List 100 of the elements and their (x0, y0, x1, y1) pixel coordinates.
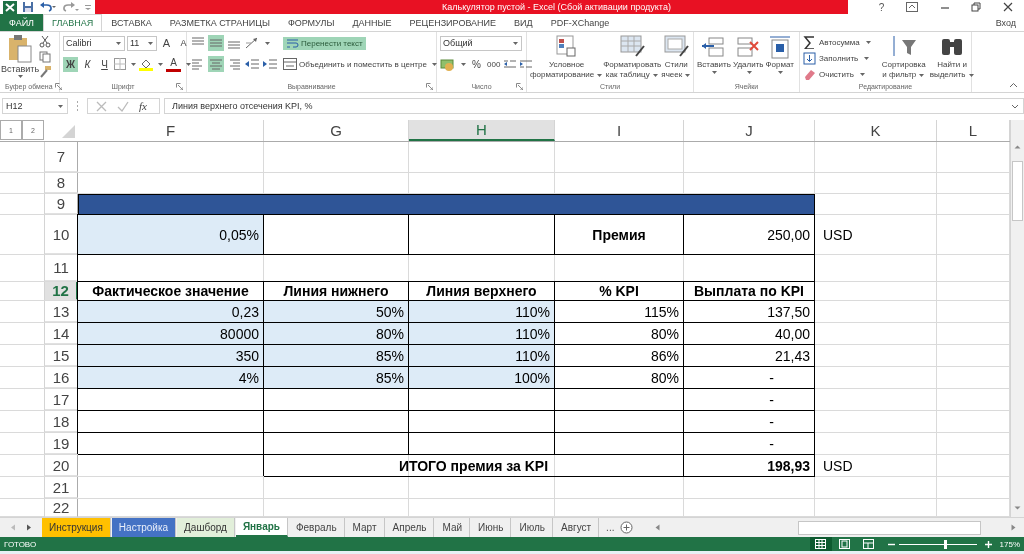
redo-icon[interactable] (62, 1, 80, 13)
column-header[interactable]: I (555, 120, 684, 141)
zoom-in-icon[interactable] (984, 540, 992, 548)
table-cell: 0,23 (78, 301, 264, 323)
formula-field[interactable]: Линия верхнего отсечения KPI, % (164, 98, 1024, 114)
merge-center-button[interactable]: Объединить и поместить в центре (283, 58, 438, 70)
cells-button[interactable]: Вставить (697, 34, 731, 75)
table-cell: 80000 (78, 323, 264, 345)
underline-button[interactable]: Ч (97, 56, 112, 72)
find-select-button[interactable]: Найти и выделить (929, 34, 975, 80)
sheet-tab[interactable]: Инструкция (42, 518, 111, 537)
column-header[interactable]: F (78, 120, 264, 141)
tab-scroll-right-icon[interactable] (26, 524, 32, 531)
slider-thumb[interactable] (943, 539, 947, 549)
increase-decimal-icon[interactable] (503, 57, 518, 71)
row-header[interactable]: 17 (45, 389, 78, 410)
row-header[interactable]: 11 (45, 255, 78, 281)
fill-color-icon[interactable] (139, 57, 153, 71)
zoom-level[interactable]: 175% (995, 539, 1024, 549)
row-header[interactable]: 12 (45, 282, 78, 300)
shrink-font-button[interactable]: A (176, 35, 191, 51)
decrease-decimal-icon[interactable] (519, 57, 534, 71)
row-header[interactable]: 18 (45, 411, 78, 432)
grip-icon (76, 100, 79, 112)
decrease-indent-icon[interactable] (244, 57, 260, 71)
autosum-button[interactable]: Автосумма (803, 36, 872, 49)
name-box[interactable]: H12 (2, 98, 68, 114)
italic-button[interactable]: К (80, 56, 95, 72)
collapse-ribbon-icon[interactable] (1009, 82, 1018, 88)
new-sheet-icon[interactable] (620, 521, 634, 534)
table-cell: ИТОГО премия за KPI (264, 455, 684, 477)
styles-button[interactable]: Форматировать как таблицу (603, 34, 662, 80)
dialog-launcher-icon[interactable] (516, 83, 523, 90)
row-header[interactable]: 7 (45, 142, 78, 172)
column-header[interactable]: H (409, 120, 555, 141)
styles-button[interactable]: Стили ячеек (661, 34, 690, 80)
font-color-button[interactable]: A (166, 56, 181, 72)
scrollbar-thumb[interactable] (1012, 161, 1023, 221)
dialog-launcher-icon[interactable] (426, 83, 433, 90)
increase-indent-icon[interactable] (262, 57, 278, 71)
undo-icon[interactable] (39, 1, 57, 13)
row-header[interactable]: 20 (45, 455, 78, 476)
ribbon-tab[interactable]: ВСТАВКА (102, 14, 161, 31)
ribbon-tab[interactable]: ФОРМУЛЫ (278, 14, 344, 31)
ribbon-tab[interactable]: PDF-XChange (541, 14, 619, 31)
borders-icon[interactable] (114, 58, 126, 70)
font-field[interactable]: Calibri (63, 35, 125, 51)
sheet-tab[interactable]: Дашборд (177, 518, 235, 537)
excel-logo-icon (3, 0, 17, 14)
cut-icon[interactable] (39, 36, 51, 48)
row-header[interactable]: 19 (45, 433, 78, 454)
sort-filter-button[interactable]: Сортировка и фильтр (881, 34, 926, 80)
ribbon-tab[interactable]: РАЗМЕТКА СТРАНИЦЫ (160, 14, 279, 31)
close-icon[interactable] (1003, 2, 1014, 12)
dialog-launcher-icon[interactable] (54, 83, 62, 90)
percent-button[interactable]: % (469, 56, 484, 72)
more-tabs-button[interactable]: ... (600, 518, 621, 537)
customize-caret-icon[interactable] (85, 4, 91, 10)
sheet-tab[interactable]: Январь (235, 518, 288, 537)
cells-button[interactable]: Формат (765, 34, 794, 75)
dialog-launcher-icon[interactable] (176, 83, 183, 90)
normal-view-button[interactable] (809, 537, 832, 551)
ribbon-tab[interactable]: ВИД (505, 14, 542, 31)
cancel-icon[interactable] (96, 100, 107, 112)
currency-format-icon[interactable] (440, 57, 456, 71)
column-header[interactable]: K (815, 120, 937, 141)
font-size-field[interactable]: 11 (127, 35, 157, 51)
restore-icon[interactable] (971, 2, 982, 12)
thousands-button[interactable]: 000 (486, 56, 502, 72)
sheet-tab[interactable]: Настройка (111, 518, 177, 537)
ribbon-tab[interactable]: ДАННЫЕ (343, 14, 401, 31)
align-middle-icon[interactable] (208, 35, 224, 51)
paste-button[interactable]: Вставить (3, 34, 37, 79)
wrap-text-button[interactable]: Перенести текст (283, 36, 366, 50)
copy-icon[interactable] (39, 51, 53, 63)
row-header[interactable]: 21 (45, 477, 78, 498)
file-tab[interactable]: ФАЙЛ (0, 14, 44, 31)
align-center-icon[interactable] (208, 56, 224, 72)
help-button[interactable]: ? (878, 1, 885, 13)
cells-button[interactable]: Удалить (732, 34, 764, 75)
ribbon-display-icon[interactable] (906, 2, 919, 12)
enter-icon[interactable] (117, 100, 129, 112)
sign-in-link[interactable]: Вход (995, 14, 1024, 31)
caret-icon (651, 72, 659, 78)
text-orientation-icon[interactable] (244, 36, 260, 50)
number-format-field[interactable]: Общий (440, 35, 522, 51)
fill-button[interactable]: Заполнить (803, 52, 872, 65)
save-icon[interactable] (22, 1, 34, 13)
ribbon-tab[interactable]: РЕЦЕНЗИРОВАНИЕ (400, 14, 506, 31)
row-header[interactable]: 8 (45, 173, 78, 193)
format-painter-icon[interactable] (39, 66, 51, 78)
column-header[interactable]: J (684, 120, 815, 141)
grow-font-button[interactable]: A (159, 35, 174, 51)
insert-function-button[interactable]: fx (139, 100, 147, 112)
styles-button[interactable]: Условное форматирование (530, 34, 604, 80)
scrollbar-thumb[interactable] (798, 520, 981, 535)
clear-button[interactable]: Очистить (803, 68, 872, 81)
ribbon-tab[interactable]: ГЛАВНАЯ (43, 14, 103, 31)
bold-button[interactable]: Ж (63, 56, 78, 72)
vertical-scrollbar[interactable] (1010, 120, 1024, 517)
